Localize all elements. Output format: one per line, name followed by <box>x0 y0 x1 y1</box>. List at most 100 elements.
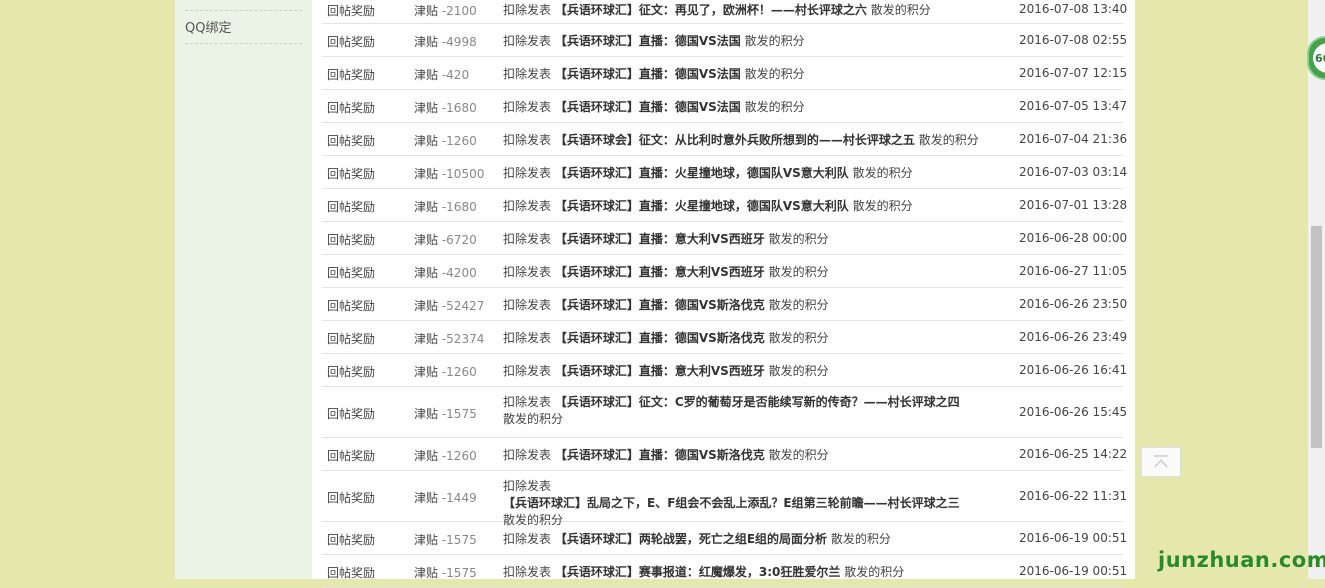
date-cell: 2016-06-26 23:50 <box>1019 297 1128 311</box>
suffix-label: 散发的积分 <box>768 448 829 462</box>
thread-title-link[interactable]: 【兵语环球汇】直播：火星撞地球，德国队VS意大利队 <box>555 166 849 180</box>
description-cell: 扣除发表 【兵语环球汇】直播：德国VS法国 散发的积分 <box>503 33 1011 50</box>
thread-title-link[interactable]: 【兵语环球汇】直播：德国VS法国 <box>555 100 741 114</box>
amount-value: -1680 <box>441 200 477 214</box>
description-cell: 扣除发表 【兵语环球汇】直播：火星撞地球，德国队VS意大利队 散发的积分 <box>503 165 1011 182</box>
amount-value: -52374 <box>441 332 485 346</box>
scrollbar-thumb[interactable] <box>1311 226 1322 448</box>
amount-value: -420 <box>441 68 470 82</box>
date-cell: 2016-06-26 16:41 <box>1019 363 1128 377</box>
thread-title-link[interactable]: 【兵语环球汇】赛事报道：红魔爆发，3:0狂胜爱尔兰 <box>555 565 841 579</box>
back-to-top-button[interactable] <box>1141 447 1181 477</box>
currency-label: 津贴 <box>414 167 439 181</box>
amount-cell: 津贴 -52374 <box>414 330 484 347</box>
prefix-label: 扣除发表 <box>503 133 552 147</box>
date-cell: 2016-06-19 00:51 <box>1019 531 1128 545</box>
description-cell: 扣除发表 【兵语环球汇】直播：火星撞地球，德国队VS意大利队 散发的积分 <box>503 198 1011 215</box>
action-cell: 回帖奖励 <box>327 266 376 280</box>
prefix-label: 扣除发表 <box>503 364 552 378</box>
badge-count: 66 <box>1315 52 1325 65</box>
suffix-label: 散发的积分 <box>918 133 979 147</box>
suffix-label: 散发的积分 <box>768 298 829 312</box>
currency-label: 津贴 <box>414 4 439 18</box>
suffix-label: 散发的积分 <box>870 3 931 17</box>
description-cell: 扣除发表 【兵语环球汇】两轮战罢，死亡之组E组的局面分析 散发的积分 <box>503 531 1011 548</box>
description-cell: 扣除发表 【兵语环球汇】直播：德国VS斯洛伐克 散发的积分 <box>503 447 1011 464</box>
thread-title-link[interactable]: 【兵语环球汇】直播：德国VS法国 <box>555 67 741 81</box>
thread-title-link[interactable]: 【兵语环球汇】征文：C罗的葡萄牙是否能续写新的传奇？——村长评球之四 <box>555 395 960 409</box>
amount-value: -4998 <box>441 35 477 49</box>
amount-value: -1260 <box>441 449 477 463</box>
thread-title-link[interactable]: 【兵语环球汇】直播：德国VS斯洛伐克 <box>555 331 765 345</box>
action-cell: 回帖奖励 <box>327 365 376 379</box>
action-cell: 回帖奖励 <box>327 566 376 580</box>
amount-value: -1575 <box>441 533 477 547</box>
amount-value: -6720 <box>441 233 477 247</box>
date-cell: 2016-06-19 00:51 <box>1019 564 1128 578</box>
thread-title-link[interactable]: 【兵语环球汇】直播：德国VS斯洛伐克 <box>555 448 765 462</box>
suffix-label: 散发的积分 <box>768 232 829 246</box>
date-cell: 2016-07-08 13:40 <box>1019 2 1128 16</box>
amount-cell: 津贴 -52427 <box>414 297 484 314</box>
date-cell: 2016-06-22 11:31 <box>1019 489 1128 503</box>
date-cell: 2016-07-04 21:36 <box>1019 132 1128 146</box>
table-row: 回帖奖励 津贴 -1260 扣除发表 【兵语环球会】征文：从比利时意外兵败所想到的—… <box>322 123 1127 156</box>
thread-title-link[interactable]: 【兵语环球汇】直播：火星撞地球，德国队VS意大利队 <box>555 199 849 213</box>
currency-label: 津贴 <box>414 407 439 421</box>
back-to-top-icon <box>1154 455 1168 468</box>
amount-cell: 津贴 -1260 <box>414 363 477 380</box>
action-cell: 回帖奖励 <box>327 68 376 82</box>
description-cell: 扣除发表 【兵语环球汇】征文：再见了，欧洲杯！——村长评球之六 散发的积分 <box>503 2 1011 19</box>
amount-cell: 津贴 -1575 <box>414 405 477 422</box>
page-scrollbar[interactable] <box>1308 0 1325 579</box>
date-cell: 2016-06-25 14:22 <box>1019 447 1128 461</box>
action-cell: 回帖奖励 <box>327 407 376 421</box>
suffix-label: 散发的积分 <box>852 166 913 180</box>
description-cell: 扣除发表 【兵语环球会】征文：从比利时意外兵败所想到的——村长评球之五 散发的积… <box>503 132 1011 149</box>
thread-title-link[interactable]: 【兵语环球汇】征文：再见了，欧洲杯！——村长评球之六 <box>555 3 867 17</box>
thread-title-link[interactable]: 【兵语环球汇】乱局之下，E、F组会不会乱上添乱？E组第三轮前瞻——村长评球之三 <box>503 496 960 510</box>
thread-title-link[interactable]: 【兵语环球汇】直播：德国VS斯洛伐克 <box>555 298 765 312</box>
thread-title-link[interactable]: 【兵语环球汇】直播：德国VS法国 <box>555 34 741 48</box>
currency-label: 津贴 <box>414 266 439 280</box>
left-sidebar: QQ绑定 <box>175 0 312 579</box>
thread-title-link[interactable]: 【兵语环球汇】直播：意大利VS西班牙 <box>555 364 765 378</box>
action-cell: 回帖奖励 <box>327 134 376 148</box>
thread-title-link[interactable]: 【兵语环球汇】直播：意大利VS西班牙 <box>555 265 765 279</box>
amount-value: -1575 <box>441 407 477 421</box>
description-cell: 扣除发表 【兵语环球汇】直播：意大利VS西班牙 散发的积分 <box>503 363 1011 380</box>
prefix-label: 扣除发表 <box>503 34 552 48</box>
thread-title-link[interactable]: 【兵语环球汇】两轮战罢，死亡之组E组的局面分析 <box>555 532 827 546</box>
prefix-label: 扣除发表 <box>503 298 552 312</box>
divider <box>185 10 302 11</box>
prefix-label: 扣除发表 <box>503 565 552 579</box>
thread-title-link[interactable]: 【兵语环球汇】直播：意大利VS西班牙 <box>555 232 765 246</box>
prefix-label: 扣除发表 <box>503 479 552 493</box>
table-row: 回帖奖励 津贴 -1575 扣除发表 【兵语环球汇】征文：C罗的葡萄牙是否能续写新的… <box>322 387 1127 438</box>
prefix-label: 扣除发表 <box>503 199 552 213</box>
action-cell: 回帖奖励 <box>327 533 376 547</box>
action-cell: 回帖奖励 <box>327 449 376 463</box>
table-row: 回帖奖励 津贴 -1575 扣除发表 【兵语环球汇】两轮战罢，死亡之组E组的局面分析… <box>322 522 1127 555</box>
amount-value: -1260 <box>441 134 477 148</box>
sidebar-item-qq-binding[interactable]: QQ绑定 <box>185 17 231 36</box>
description-cell: 扣除发表 【兵语环球汇】直播：德国VS法国 散发的积分 <box>503 66 1011 83</box>
date-cell: 2016-07-07 12:15 <box>1019 66 1128 80</box>
prefix-label: 扣除发表 <box>503 395 552 409</box>
thread-title-link[interactable]: 【兵语环球会】征文：从比利时意外兵败所想到的——村长评球之五 <box>555 133 915 147</box>
prefix-label: 扣除发表 <box>503 448 552 462</box>
description-cell: 扣除发表 【兵语环球汇】直播：意大利VS西班牙 散发的积分 <box>503 231 1011 248</box>
amount-cell: 津贴 -1680 <box>414 198 477 215</box>
prefix-label: 扣除发表 <box>503 265 552 279</box>
prefix-label: 扣除发表 <box>503 67 552 81</box>
currency-label: 津贴 <box>414 299 439 313</box>
currency-label: 津贴 <box>414 233 439 247</box>
description-cell: 扣除发表 【兵语环球汇】赛事报道：红魔爆发，3:0狂胜爱尔兰 散发的积分 <box>503 564 1011 581</box>
description-cell: 扣除发表 【兵语环球汇】征文：C罗的葡萄牙是否能续写新的传奇？——村长评球之四 … <box>503 394 1011 428</box>
description-cell: 扣除发表 【兵语环球汇】直播：德国VS法国 散发的积分 <box>503 99 1011 116</box>
prefix-label: 扣除发表 <box>503 100 552 114</box>
table-row: 回帖奖励 津贴 -52427 扣除发表 【兵语环球汇】直播：德国VS斯洛伐克 散发的… <box>322 288 1127 321</box>
amount-cell: 津贴 -4998 <box>414 33 477 50</box>
currency-label: 津贴 <box>414 68 439 82</box>
amount-cell: 津贴 -420 <box>414 66 469 83</box>
